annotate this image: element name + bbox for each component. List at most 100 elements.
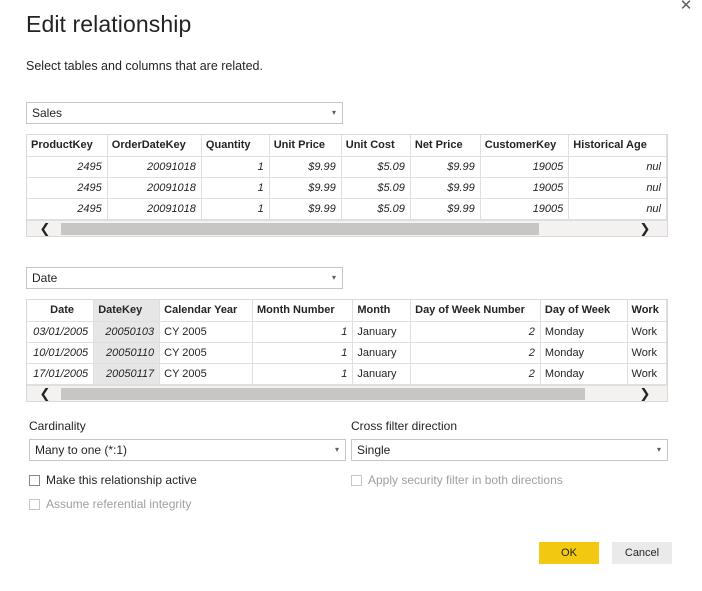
table-cell: CY 2005 [159,363,253,385]
table-cell: Work [627,363,667,385]
table-cell: 03/01/2005 [27,321,95,343]
table-cell: $5.09 [341,156,411,178]
table-cell: $9.99 [410,156,481,178]
table-cell: $9.99 [269,198,342,220]
table1-column-header[interactable]: ProductKey [27,135,108,157]
chevron-down-icon: ▾ [331,273,336,282]
table2-preview-grid: Date DateKey Calendar Year Month Number … [26,299,668,402]
table-cell: 20091018 [107,177,202,199]
table-cell: 1 [252,363,354,385]
scroll-left-icon[interactable]: ❮ [35,386,55,401]
table-cell: $9.99 [410,177,481,199]
table2-dropdown-value: Date [32,271,58,285]
table-cell: Monday [540,321,628,343]
table-row: 2495 20091018 1 $9.99 $5.09 $9.99 19005 … [27,198,667,220]
table1-horizontal-scrollbar[interactable]: ❮ ❯ [27,220,667,236]
table2-horizontal-scrollbar[interactable]: ❮ ❯ [27,385,667,401]
table-cell: 17/01/2005 [27,363,95,385]
chevron-down-icon: ▾ [656,445,661,454]
scrollbar-thumb[interactable] [61,223,539,235]
table2-column-header[interactable]: Day of Week Number [410,300,541,322]
table-cell: 1 [252,321,354,343]
scroll-left-icon[interactable]: ❮ [35,221,55,236]
close-icon[interactable]: ✕ [678,0,694,14]
security-filter-checkbox: Apply security filter in both directions [351,473,563,487]
table-cell: 10/01/2005 [27,342,95,364]
make-active-label: Make this relationship active [46,473,197,487]
table2-column-header[interactable]: Month [352,300,412,322]
table-cell: Monday [540,342,628,364]
table2-column-header[interactable]: Month Number [252,300,354,322]
table-cell: 2495 [27,198,108,220]
table-cell: 20050110 [93,342,161,364]
table-cell: 20050103 [93,321,161,343]
table-cell: January [352,321,412,343]
make-active-checkbox[interactable]: Make this relationship active [29,473,197,487]
table1-preview-grid: ProductKey OrderDateKey Quantity Unit Pr… [26,134,668,237]
table-row: 17/01/2005 20050117 CY 2005 1 January 2 … [27,363,667,385]
table2-column-header[interactable]: Day of Week [540,300,628,322]
table-cell: 2 [410,342,541,364]
table1-column-header[interactable]: Net Price [410,135,481,157]
table-cell: CY 2005 [159,321,253,343]
ok-button[interactable]: OK [539,542,599,564]
table-cell: 2 [410,321,541,343]
table1-dropdown-value: Sales [32,106,63,120]
table2-column-header[interactable]: Date [27,300,95,322]
cardinality-value: Many to one (*:1) [35,443,128,457]
table-cell: 1 [201,156,270,178]
table1-dropdown[interactable]: Sales ▾ [26,102,343,124]
table2-header-row: Date DateKey Calendar Year Month Number … [27,300,667,322]
table2-dropdown[interactable]: Date ▾ [26,267,343,289]
table1-column-header[interactable]: Unit Price [269,135,342,157]
chevron-down-icon: ▾ [334,445,339,454]
scrollbar-thumb[interactable] [61,388,585,400]
chevron-down-icon: ▾ [331,108,336,117]
cross-filter-value: Single [357,443,391,457]
cancel-button[interactable]: Cancel [612,542,672,564]
table-cell: 19005 [480,198,570,220]
table2-column-header-selected[interactable]: DateKey [93,300,161,322]
table-cell: January [352,342,412,364]
table-cell: Work [627,342,667,364]
table-cell: nul [568,177,667,199]
table-cell: CY 2005 [159,342,253,364]
table1-header-row: ProductKey OrderDateKey Quantity Unit Pr… [27,135,667,157]
table-cell: 20091018 [107,156,202,178]
table-row: 2495 20091018 1 $9.99 $5.09 $9.99 19005 … [27,156,667,178]
table-cell: 20091018 [107,198,202,220]
scroll-right-icon[interactable]: ❯ [635,386,655,401]
table-cell: $9.99 [269,156,342,178]
table1-column-header[interactable]: Historical Age [568,135,667,157]
table2-column-header[interactable]: Work [627,300,667,322]
table-cell: 19005 [480,177,570,199]
table1-column-header[interactable]: CustomerKey [480,135,570,157]
table-cell: 2495 [27,177,108,199]
scroll-right-icon[interactable]: ❯ [635,221,655,236]
table1-column-header[interactable]: Quantity [201,135,270,157]
table2-column-header[interactable]: Calendar Year [159,300,253,322]
security-filter-label: Apply security filter in both directions [368,473,563,487]
table-cell: 2495 [27,156,108,178]
table1-column-header[interactable]: OrderDateKey [107,135,202,157]
table-cell: 2 [410,363,541,385]
table-cell: 1 [201,198,270,220]
table-row: 2495 20091018 1 $9.99 $5.09 $9.99 19005 … [27,177,667,199]
cardinality-dropdown[interactable]: Many to one (*:1) ▾ [29,439,346,461]
checkbox-icon[interactable] [29,474,40,486]
dialog-title: Edit relationship [26,11,192,37]
table1-column-header[interactable]: Unit Cost [341,135,411,157]
table-cell: nul [568,198,667,220]
referential-integrity-checkbox: Assume referential integrity [29,497,191,511]
cross-filter-label: Cross filter direction [351,419,458,433]
table-cell: nul [568,156,667,178]
table-cell: $5.09 [341,177,411,199]
table-cell: $9.99 [410,198,481,220]
table-cell: 19005 [480,156,570,178]
table-cell: January [352,363,412,385]
table-cell: $9.99 [269,177,342,199]
checkbox-icon [351,474,362,486]
cross-filter-dropdown[interactable]: Single ▾ [351,439,668,461]
checkbox-icon [29,498,40,510]
table-cell: Work [627,321,667,343]
